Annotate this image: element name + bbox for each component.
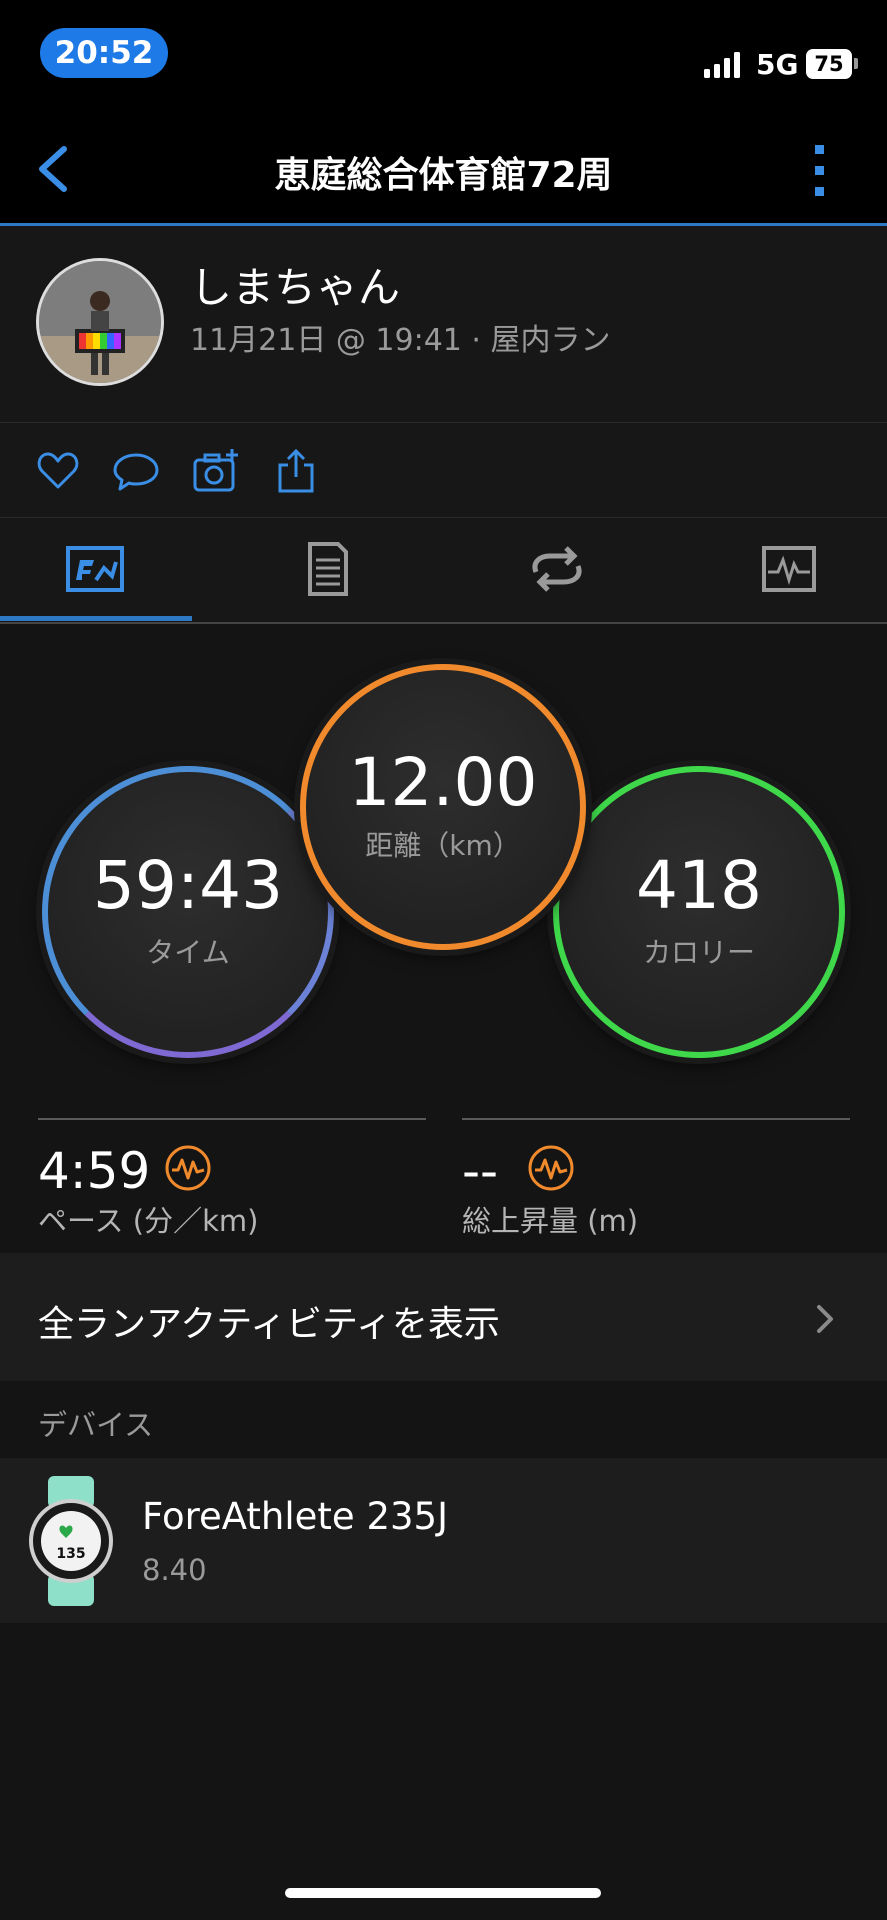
chevron-right-icon[interactable] [814, 1303, 836, 1335]
distance-value: 12.00 [348, 744, 538, 821]
share-icon[interactable] [272, 447, 320, 495]
time-value: 59:43 [92, 847, 284, 924]
tab-bar [0, 518, 887, 624]
time-label: タイム [146, 936, 230, 969]
distance-metric: 12.00 距離（km） [300, 664, 586, 950]
device-row[interactable] [0, 1458, 887, 1623]
tab-laps-icon[interactable] [526, 540, 588, 598]
ascent-value: -- [462, 1142, 499, 1200]
pace-value: 4:59 [38, 1142, 151, 1200]
tab-active-indicator [0, 616, 192, 621]
calories-label: カロリー [642, 936, 755, 969]
back-icon[interactable] [30, 143, 74, 195]
pulse-icon[interactable] [164, 1144, 212, 1192]
device-version: 8.40 [142, 1553, 207, 1587]
activity-date-type: 11月21日 @ 19:41 · 屋内ラン [190, 323, 611, 358]
more-icon[interactable] [810, 143, 830, 199]
avatar-photo [39, 261, 161, 383]
pulse-icon[interactable] [527, 1144, 575, 1192]
divider [462, 1118, 850, 1120]
watch-icon: 135 [29, 1476, 113, 1606]
calories-metric: 418 カロリー [553, 766, 845, 1058]
page-title: 恵庭総合体育館72周 [274, 155, 613, 196]
user-name[interactable]: しまちゃん [190, 254, 400, 315]
battery-icon: 75 [806, 49, 852, 79]
distance-label: 距離（km） [365, 829, 521, 862]
signal-icon [704, 52, 740, 78]
network-type: 5G [756, 48, 799, 81]
calories-value: 418 [636, 847, 762, 924]
home-indicator[interactable] [285, 1888, 601, 1898]
tab-chart-icon[interactable] [758, 540, 820, 598]
status-time: 20:52 [40, 28, 168, 78]
ascent-label: 総上昇量 (m) [462, 1204, 639, 1238]
heart-icon[interactable] [34, 447, 82, 495]
tab-details-icon[interactable] [296, 540, 358, 598]
comment-icon[interactable] [112, 447, 160, 495]
avatar[interactable] [36, 258, 164, 386]
divider [38, 1118, 426, 1120]
devices-section-label: デバイス [38, 1408, 154, 1442]
time-metric: 59:43 タイム [42, 766, 334, 1058]
add-photo-icon[interactable] [192, 447, 240, 495]
tab-overview-icon[interactable] [64, 540, 126, 598]
view-all-runs-label[interactable]: 全ランアクティビティを表示 [38, 1295, 500, 1347]
watch-face-value: 135 [56, 1546, 85, 1562]
battery-tip [854, 58, 858, 69]
pace-label: ペース (分／km) [38, 1204, 259, 1238]
device-name[interactable]: ForeAthlete 235J [142, 1495, 448, 1538]
